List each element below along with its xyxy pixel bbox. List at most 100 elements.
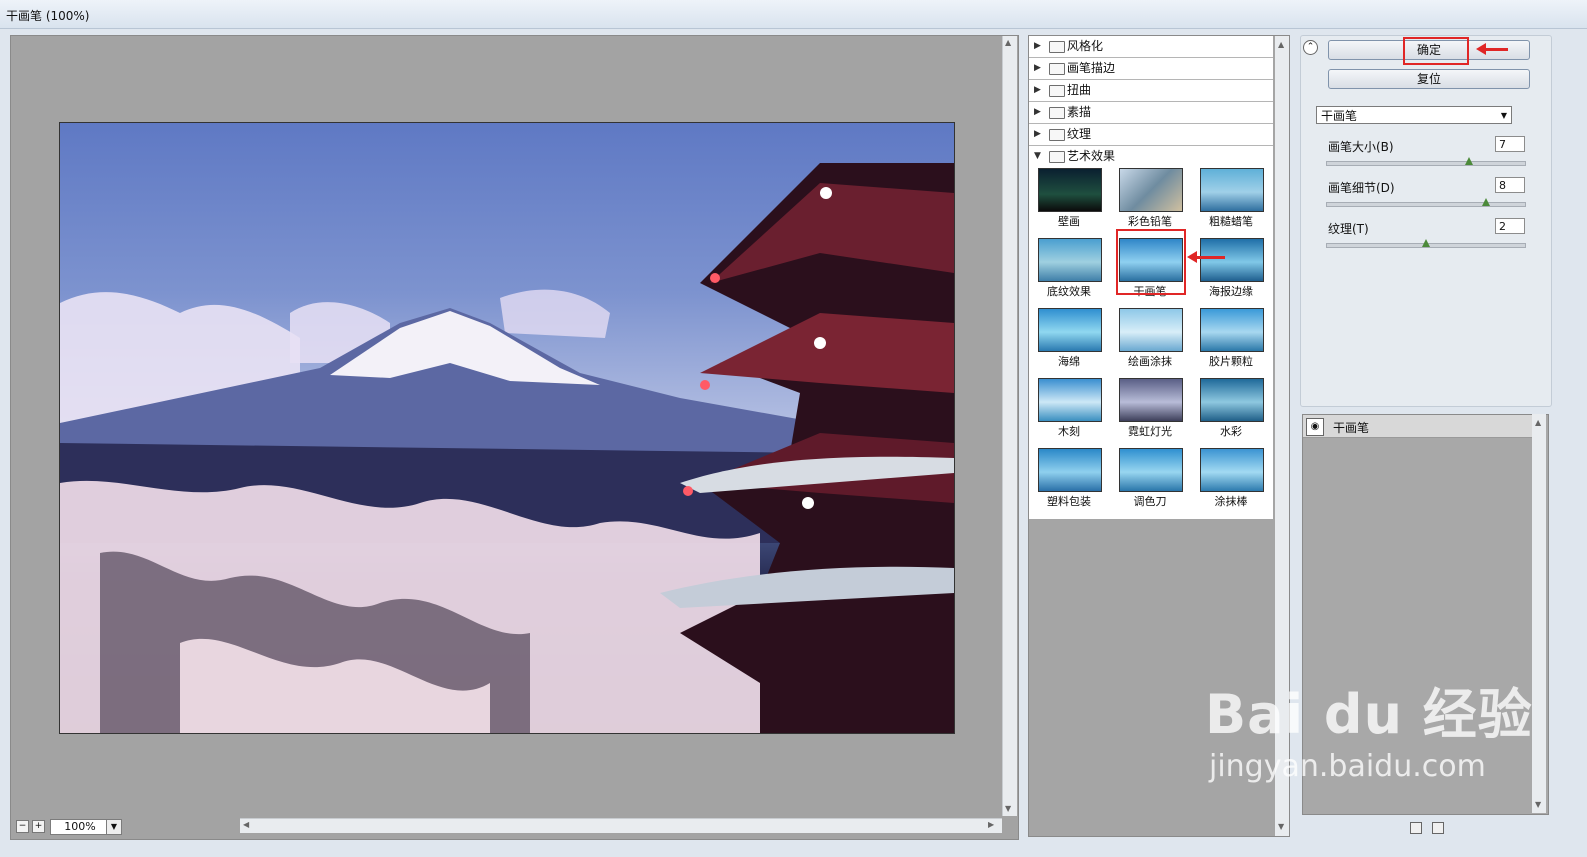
filter-label: 彩色铅笔 bbox=[1128, 215, 1172, 228]
preview-area[interactable] bbox=[10, 35, 1019, 840]
category-texture[interactable]: ▶ 纹理 bbox=[1029, 124, 1273, 146]
filter-label: 壁画 bbox=[1058, 215, 1080, 228]
zoom-in-button[interactable]: + bbox=[32, 820, 45, 833]
brush-size-slider-thumb[interactable] bbox=[1465, 157, 1473, 165]
collapse-icon[interactable]: ▼ bbox=[1034, 146, 1041, 167]
baidu-watermark: Bai du 经验 jingyan.baidu.com bbox=[1205, 670, 1533, 784]
ok-highlight bbox=[1403, 37, 1469, 65]
filter-label: 绘画涂抹 bbox=[1128, 355, 1172, 368]
filter-preview bbox=[1038, 308, 1102, 352]
brush-detail-input[interactable]: 8 bbox=[1495, 177, 1525, 193]
category-label: 艺术效果 bbox=[1067, 149, 1116, 163]
preview-vertical-scrollbar[interactable]: ▲ ▼ bbox=[1002, 36, 1017, 816]
filter-select-value: 干画笔 bbox=[1321, 109, 1358, 123]
new-effect-layer-icon[interactable] bbox=[1410, 822, 1422, 834]
filter-thumb-sponge[interactable]: 海绵 bbox=[1036, 306, 1102, 368]
filter-label: 粗糙蜡笔 bbox=[1209, 215, 1253, 228]
category-distort[interactable]: ▶ 扭曲 bbox=[1029, 80, 1273, 102]
filter-label: 木刻 bbox=[1058, 425, 1080, 438]
chevron-down-icon: ▼ bbox=[1500, 111, 1507, 120]
brush-size-label: 画笔大小(B) bbox=[1328, 140, 1394, 154]
filter-thumb-rough-pastels[interactable]: 粗糙蜡笔 bbox=[1198, 166, 1264, 228]
collapse-gallery-icon[interactable]: ⌃ bbox=[1303, 40, 1318, 55]
filter-label: 底纹效果 bbox=[1047, 285, 1091, 298]
filter-preview bbox=[1038, 168, 1102, 212]
filter-label: 霓虹灯光 bbox=[1128, 425, 1172, 438]
category-artistic[interactable]: ▼ 艺术效果 bbox=[1029, 146, 1273, 167]
brush-detail-slider[interactable] bbox=[1326, 202, 1526, 207]
category-stylize[interactable]: ▶ 风格化 bbox=[1029, 36, 1273, 58]
category-sketch[interactable]: ▶ 素描 bbox=[1029, 102, 1273, 124]
filter-thumb-cutout[interactable]: 木刻 bbox=[1036, 376, 1102, 438]
scroll-up-icon[interactable]: ▲ bbox=[1005, 38, 1011, 47]
brush-detail-slider-thumb[interactable] bbox=[1482, 198, 1490, 206]
filter-preview bbox=[1200, 378, 1264, 422]
filter-label: 塑料包装 bbox=[1047, 495, 1091, 508]
effect-layer-row[interactable]: ◉ 干画笔 bbox=[1303, 415, 1532, 438]
category-brush-strokes[interactable]: ▶ 画笔描边 bbox=[1029, 58, 1273, 80]
filter-thumb-watercolor[interactable]: 水彩 bbox=[1198, 376, 1264, 438]
scroll-up-icon[interactable]: ▲ bbox=[1535, 418, 1541, 427]
folder-open-icon bbox=[1049, 151, 1065, 163]
filter-thumb-plastic-wrap[interactable]: 塑料包装 bbox=[1036, 446, 1102, 508]
folder-icon bbox=[1049, 63, 1065, 75]
filter-thumb-film-grain[interactable]: 胶片颗粒 bbox=[1198, 306, 1264, 368]
delete-effect-layer-icon[interactable] bbox=[1432, 822, 1444, 834]
expand-icon[interactable]: ▶ bbox=[1034, 80, 1041, 101]
scroll-up-icon[interactable]: ▲ bbox=[1278, 40, 1284, 49]
filter-label: 海绵 bbox=[1058, 355, 1080, 368]
folder-icon bbox=[1049, 129, 1065, 141]
filter-preview bbox=[1119, 378, 1183, 422]
effect-layer-name: 干画笔 bbox=[1333, 421, 1370, 435]
eye-icon[interactable]: ◉ bbox=[1306, 418, 1324, 436]
filter-thumb-neon-glow[interactable]: 霓虹灯光 bbox=[1117, 376, 1183, 438]
folder-icon bbox=[1049, 41, 1065, 53]
folder-icon bbox=[1049, 85, 1065, 97]
filter-thumb-colored-pencil[interactable]: 彩色铅笔 bbox=[1117, 166, 1183, 228]
selected-filter-highlight bbox=[1116, 229, 1186, 295]
window-title: 干画笔 (100%) bbox=[6, 9, 90, 23]
filter-list: ▶ 风格化 ▶ 画笔描边 ▶ 扭曲 ▶ 素描 ▶ 纹理 ▼ 艺术效果 壁画 彩色… bbox=[1029, 36, 1273, 519]
filter-thumb-fresco[interactable]: 壁画 bbox=[1036, 166, 1102, 228]
filter-preview bbox=[1038, 378, 1102, 422]
expand-icon[interactable]: ▶ bbox=[1034, 58, 1041, 79]
filter-thumb-palette-knife[interactable]: 调色刀 bbox=[1117, 446, 1183, 508]
title-bar: 干画笔 (100%) bbox=[0, 0, 1587, 29]
preview-image bbox=[59, 122, 955, 734]
filter-preview bbox=[1200, 238, 1264, 282]
texture-slider-thumb[interactable] bbox=[1422, 239, 1430, 247]
expand-icon[interactable]: ▶ bbox=[1034, 36, 1041, 57]
filter-label: 海报边缘 bbox=[1209, 285, 1253, 298]
scroll-down-icon[interactable]: ▼ bbox=[1535, 800, 1541, 809]
filter-thumb-poster-edges[interactable]: 海报边缘 bbox=[1198, 236, 1264, 298]
brush-size-input[interactable]: 7 bbox=[1495, 136, 1525, 152]
texture-input[interactable]: 2 bbox=[1495, 218, 1525, 234]
category-label: 素描 bbox=[1067, 105, 1092, 119]
layers-scrollbar[interactable]: ▲ ▼ bbox=[1532, 414, 1546, 813]
brush-detail-label: 画笔细节(D) bbox=[1328, 181, 1395, 195]
filter-thumb-smudge-stick[interactable]: 涂抹棒 bbox=[1198, 446, 1264, 508]
zoom-out-button[interactable]: − bbox=[16, 820, 29, 833]
filter-thumb-paint-daubs[interactable]: 绘画涂抹 bbox=[1117, 306, 1183, 368]
filter-preview bbox=[1038, 448, 1102, 492]
scroll-right-icon[interactable]: ▶ bbox=[988, 820, 994, 829]
expand-icon[interactable]: ▶ bbox=[1034, 124, 1041, 145]
filter-select[interactable]: 干画笔 ▼ bbox=[1316, 106, 1512, 124]
zoom-dropdown-icon[interactable]: ▼ bbox=[106, 819, 122, 835]
preview-horizontal-scrollbar[interactable]: ◀ ▶ bbox=[240, 818, 1002, 833]
brush-size-slider[interactable] bbox=[1326, 161, 1526, 166]
filter-preview bbox=[1119, 308, 1183, 352]
category-label: 画笔描边 bbox=[1067, 61, 1116, 75]
preview-artwork bbox=[60, 163, 954, 733]
scroll-down-icon[interactable]: ▼ bbox=[1278, 822, 1284, 831]
reset-button[interactable]: 复位 bbox=[1328, 69, 1530, 89]
scroll-down-icon[interactable]: ▼ bbox=[1005, 804, 1011, 813]
filter-preview bbox=[1200, 448, 1264, 492]
filter-label: 水彩 bbox=[1220, 425, 1242, 438]
expand-icon[interactable]: ▶ bbox=[1034, 102, 1041, 123]
pointer-arrow-icon bbox=[1187, 251, 1225, 263]
filter-thumb-underpainting[interactable]: 底纹效果 bbox=[1036, 236, 1102, 298]
watermark-url: jingyan.baidu.com bbox=[1209, 749, 1486, 784]
zoom-level[interactable]: 100% bbox=[50, 819, 110, 835]
scroll-left-icon[interactable]: ◀ bbox=[243, 820, 249, 829]
